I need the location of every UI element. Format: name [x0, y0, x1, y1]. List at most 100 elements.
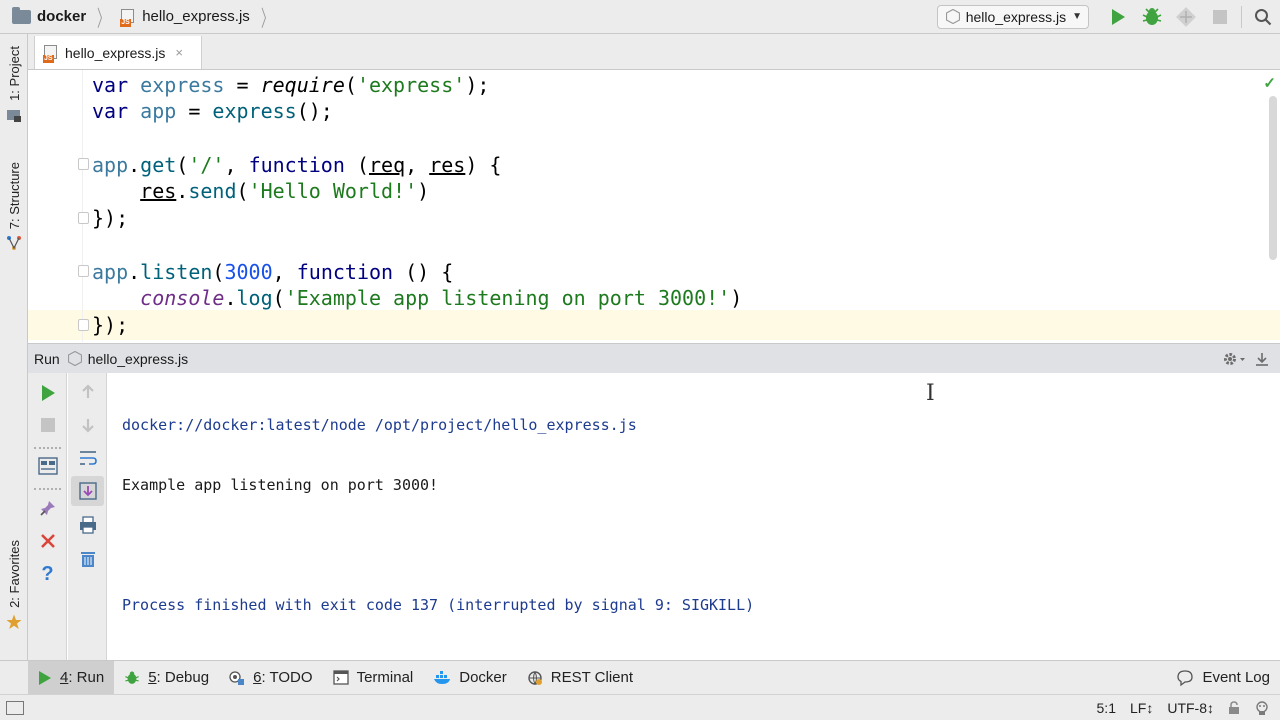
- restore-layout-button[interactable]: [28, 451, 67, 481]
- play-icon: [39, 670, 51, 685]
- tool-tab-run[interactable]: 4: Run: [28, 660, 115, 695]
- tool-tab-todo[interactable]: 6: TODO: [219, 661, 322, 695]
- debug-button[interactable]: [1135, 0, 1169, 34]
- chevron-right-icon: 〉: [97, 5, 110, 31]
- status-bar: 5:1 LF↕ UTF-8↕: [0, 694, 1280, 720]
- fold-marker[interactable]: [78, 265, 89, 277]
- toolbar-separator: [34, 447, 61, 449]
- next-occurrence-button[interactable]: [68, 410, 107, 440]
- breadcrumb-project[interactable]: docker 〉: [0, 0, 114, 34]
- tool-tab-rest-client[interactable]: REST Client: [517, 661, 643, 695]
- tool-tab-favorites[interactable]: 2: Favorites: [0, 540, 28, 630]
- close-icon[interactable]: ×: [175, 45, 183, 60]
- inspector-icon[interactable]: [1254, 700, 1270, 716]
- stop-button[interactable]: [28, 410, 67, 440]
- breadcrumb-project-label: docker: [37, 8, 87, 25]
- fold-marker[interactable]: [78, 158, 89, 170]
- tool-tab-todo-label: : TODO: [261, 669, 313, 686]
- tool-tab-debug-label: : Debug: [156, 669, 210, 686]
- navigation-bar: docker 〉 hello_express.js 〉 hello_expres…: [0, 0, 1280, 34]
- play-icon: [41, 385, 55, 401]
- stop-icon: [1213, 9, 1227, 24]
- close-run-button[interactable]: [28, 526, 67, 556]
- nodejs-icon: [945, 9, 960, 24]
- breadcrumb-file[interactable]: hello_express.js 〉: [114, 0, 278, 34]
- tool-tab-structure-label: 7: Structure: [6, 162, 22, 230]
- scroll-to-end-icon: [78, 482, 97, 500]
- fold-marker[interactable]: [78, 319, 89, 331]
- soft-wrap-button[interactable]: [68, 443, 107, 473]
- code-editor[interactable]: var express = require('express'); var ap…: [28, 70, 1280, 342]
- help-button[interactable]: ?: [28, 559, 67, 589]
- editor-scrollbar[interactable]: [1269, 96, 1277, 260]
- line-separator-select[interactable]: LF↕: [1130, 700, 1153, 716]
- run-config-tab[interactable]: hello_express.js: [88, 351, 188, 367]
- gear-icon[interactable]: [1222, 351, 1246, 367]
- pin-icon: [39, 501, 55, 516]
- inspection-ok-check-icon[interactable]: ✓: [1263, 74, 1276, 92]
- search-everywhere-button[interactable]: [1246, 0, 1280, 34]
- chevron-right-icon: 〉: [260, 5, 273, 31]
- encoding-select[interactable]: UTF-8↕: [1167, 700, 1214, 716]
- editor-tab-hello-express[interactable]: hello_express.js ×: [34, 36, 202, 69]
- tool-tab-docker[interactable]: Docker: [423, 661, 517, 695]
- caret-position[interactable]: 5:1: [1097, 700, 1116, 716]
- arrow-up-icon: [81, 384, 94, 398]
- code-line-8: app.listen(3000, function () {: [92, 260, 454, 284]
- structure-icon: [7, 236, 21, 251]
- coverage-button[interactable]: [1169, 0, 1203, 34]
- previous-occurrence-button[interactable]: [68, 377, 107, 407]
- hide-panel-icon[interactable]: [1254, 351, 1270, 367]
- tool-tab-event-log-label: Event Log: [1202, 669, 1270, 686]
- stop-icon: [40, 418, 55, 432]
- tool-windows-toggle-icon[interactable]: [6, 700, 24, 715]
- run-toolbar-secondary: [68, 373, 107, 660]
- tool-window-bar: 4: Run 5: Debug 6: TODO Terminal Docker: [0, 660, 1280, 695]
- editor-tab-label: hello_express.js: [65, 44, 166, 61]
- pin-tab-button[interactable]: [28, 493, 67, 523]
- left-tool-stripe: 1: Project 7: Structure 2: Favorites: [0, 34, 28, 660]
- docker-icon: [434, 671, 451, 684]
- console-line-blank: ​: [122, 535, 754, 555]
- gutter-divider: [82, 70, 83, 342]
- run-panel: ? docker://docker:latest/node /opt/proje…: [28, 373, 1280, 660]
- project-icon: [7, 109, 21, 122]
- fold-marker[interactable]: [78, 212, 89, 224]
- run-button[interactable]: [1101, 0, 1135, 34]
- print-button[interactable]: [68, 510, 107, 540]
- soft-wrap-icon: [79, 451, 97, 465]
- rest-client-icon: [528, 670, 542, 685]
- tool-tab-todo-number: 6: [253, 669, 262, 686]
- tool-tab-terminal[interactable]: Terminal: [323, 661, 424, 695]
- chevron-down-icon: ▼: [1072, 11, 1082, 22]
- run-toolbar-primary: ?: [28, 373, 67, 660]
- layout-icon: [37, 457, 58, 475]
- text-cursor-icon: I: [926, 381, 935, 406]
- run-configuration-select[interactable]: hello_express.js ▼: [936, 4, 1089, 29]
- stop-button[interactable]: [1203, 0, 1237, 34]
- bug-icon: [1142, 7, 1162, 25]
- tool-tab-project[interactable]: 1: Project: [0, 46, 28, 123]
- terminal-icon: [332, 670, 349, 685]
- tool-tab-structure[interactable]: 7: Structure: [0, 162, 28, 251]
- tool-tab-rest-client-label: REST Client: [550, 669, 634, 686]
- rerun-button[interactable]: [28, 378, 67, 408]
- clear-all-button[interactable]: [68, 544, 107, 574]
- lock-icon[interactable]: [1228, 700, 1240, 715]
- toolbar-separator: [1241, 5, 1242, 28]
- tool-tab-terminal-label: Terminal: [356, 669, 414, 686]
- code-line-6: });: [92, 206, 129, 230]
- event-log-icon: [1177, 669, 1194, 686]
- help-icon: ?: [41, 562, 54, 585]
- tool-tab-debug[interactable]: 5: Debug: [114, 661, 219, 695]
- code-line-1: var express = require('express');: [92, 73, 490, 97]
- tool-tab-event-log[interactable]: Event Log: [1166, 661, 1280, 695]
- close-icon: [40, 534, 55, 548]
- scroll-to-end-button[interactable]: [71, 476, 104, 506]
- current-line-highlight: [28, 310, 1280, 340]
- console-output[interactable]: docker://docker:latest/node /opt/project…: [122, 375, 754, 655]
- tool-tab-project-label: 1: Project: [6, 46, 22, 101]
- run-configuration-label: hello_express.js: [965, 8, 1067, 25]
- tool-tab-run-number: 4: [60, 669, 69, 686]
- code-line-2: var app = express();: [92, 99, 333, 123]
